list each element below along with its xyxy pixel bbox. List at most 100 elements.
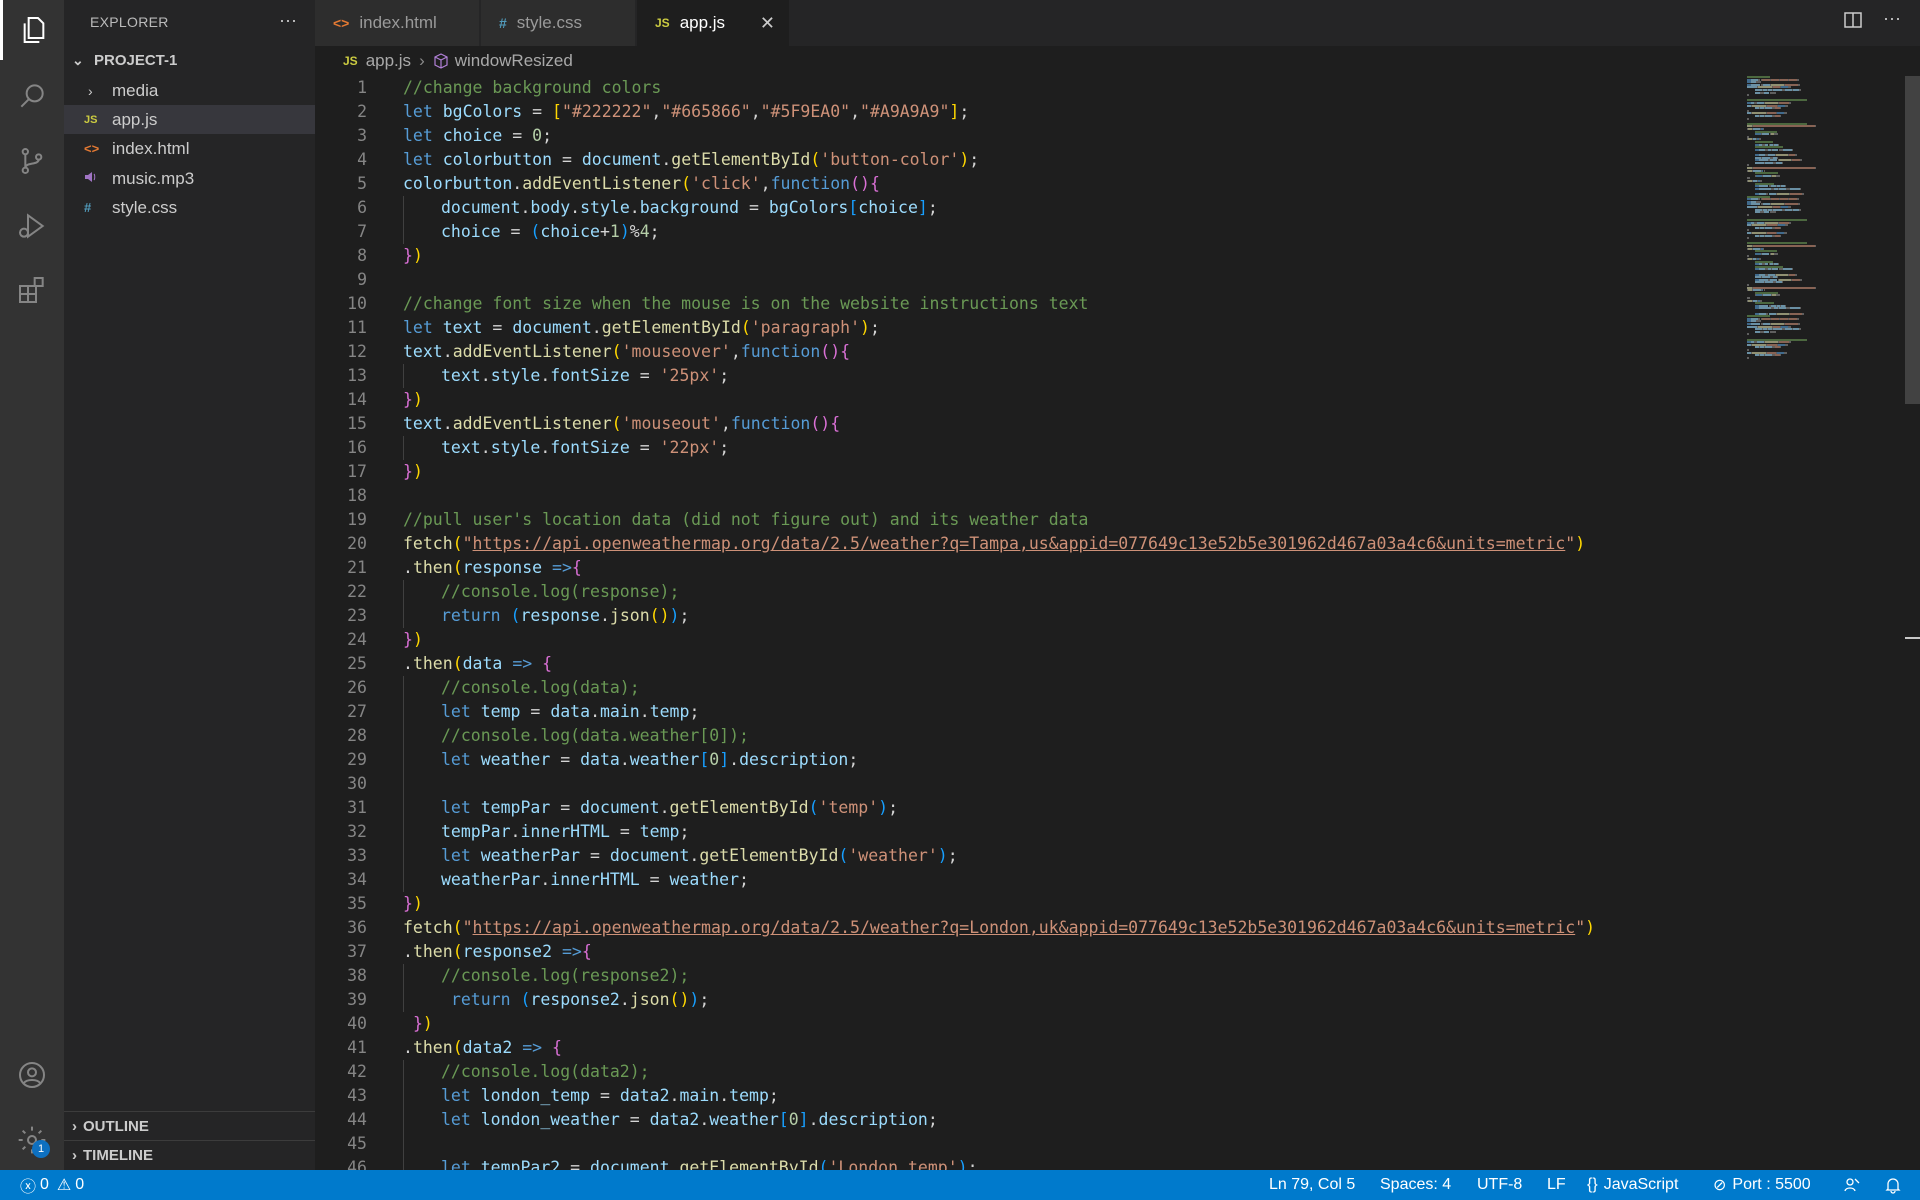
code-line[interactable]: 37 .then(response2 =>{ (315, 940, 1855, 964)
breadcrumb-symbol[interactable]: windowResized (455, 51, 573, 71)
minimap-line (1780, 346, 1782, 349)
code-line[interactable]: 9 (315, 268, 1855, 292)
tree-item-media[interactable]: › media (64, 76, 315, 105)
minimap-line (1792, 268, 1794, 271)
code-line[interactable]: 27 let temp = data.main.temp; (315, 700, 1855, 724)
indentation[interactable]: Spaces: 4 (1380, 1170, 1451, 1200)
code-line[interactable]: 35}) (315, 892, 1855, 916)
code-line[interactable]: 16 text.style.fontSize = '22px'; (315, 436, 1855, 460)
more-actions-icon[interactable]: ··· (279, 10, 297, 31)
manage-button[interactable]: 1 (0, 1110, 64, 1170)
code-line[interactable]: 24}) (315, 628, 1855, 652)
code-line[interactable]: 6 document.body.style.background = bgColo… (315, 196, 1855, 220)
minimap-line (1803, 312, 1804, 315)
code-line[interactable]: 45 (315, 1132, 1855, 1156)
tree-item-style-css[interactable]: # style.css (64, 193, 315, 222)
split-editor-icon[interactable] (1843, 10, 1863, 35)
minimap-line (1798, 323, 1800, 325)
code-line[interactable]: 29 let weather = data.weather[0].descript… (315, 748, 1855, 772)
code-line[interactable]: 46 let tempPar2 = document.getElementById… (315, 1156, 1855, 1170)
breadcrumb-file[interactable]: app.js (366, 51, 411, 71)
code-line[interactable]: 44 let london_weather = data2.weather[0].… (315, 1108, 1855, 1132)
code-token: ) (412, 630, 423, 649)
encoding[interactable]: UTF-8 (1477, 1170, 1522, 1200)
code-line[interactable]: 26 //console.log(data); (315, 676, 1855, 700)
code-line[interactable]: 30 (315, 772, 1855, 796)
line-number: 24 (347, 630, 367, 649)
code-line[interactable]: 38 //console.log(response2); (315, 964, 1855, 988)
code-line[interactable]: 11 let text = document.getElementById('pa… (315, 316, 1855, 340)
code-line[interactable]: 33 let weatherPar = document.getElementBy… (315, 844, 1855, 868)
code-line[interactable]: 22 //console.log(response); (315, 580, 1855, 604)
code-line[interactable]: 23 return (response.json()); (315, 604, 1855, 628)
close-icon[interactable]: ✕ (760, 13, 775, 34)
code-line[interactable]: 36 fetch("https://api.openweathermap.org/… (315, 916, 1855, 940)
code-line[interactable]: 7 choice = (choice+1)%4; (315, 220, 1855, 244)
code-line[interactable]: 28 //console.log(data.weather[0]); (315, 724, 1855, 748)
source-control-button[interactable] (0, 131, 64, 191)
code-line[interactable]: 31 let tempPar = document.getElementById(… (315, 796, 1855, 820)
feedback-icon[interactable] (1843, 1170, 1861, 1200)
code-line[interactable]: 20 fetch("https://api.openweathermap.org/… (315, 532, 1855, 556)
live-server-port[interactable]: ⊘ Port : 5500 (1713, 1170, 1811, 1200)
code-line[interactable]: 8}) (315, 244, 1855, 268)
code-line[interactable]: 2 let bgColors = ["#222222","#665866","#5… (315, 100, 1855, 124)
minimap-line (1780, 354, 1782, 357)
code-line[interactable]: 43 let london_temp = data2.main.temp; (315, 1084, 1855, 1108)
line-number: 11 (347, 318, 367, 337)
code-line[interactable]: 40 }) (315, 1012, 1855, 1036)
code-line[interactable]: 21 .then(response =>{ (315, 556, 1855, 580)
code-line[interactable]: 42 //console.log(data2); (315, 1060, 1855, 1084)
code-line[interactable]: 25 .then(data => { (315, 652, 1855, 676)
sidebar-title: EXPLORER (90, 14, 169, 30)
language-mode[interactable]: {} JavaScript (1587, 1170, 1678, 1200)
tree-item-index-html[interactable]: <> index.html (64, 134, 315, 163)
code-token: , (730, 342, 741, 361)
port-label: Port : 5500 (1732, 1176, 1811, 1193)
code-line[interactable]: 1 //change background colors (315, 76, 1855, 100)
cursor-position[interactable]: Ln 79, Col 5 (1269, 1170, 1355, 1200)
tab-index-html[interactable]: <> index.html (315, 0, 480, 46)
code-line[interactable]: 10 //change font size when the mouse is o… (315, 292, 1855, 316)
code-line[interactable]: 32 tempPar.innerHTML = temp; (315, 820, 1855, 844)
outline-section[interactable]: › OUTLINE (64, 1111, 315, 1141)
more-actions-icon[interactable]: ··· (1883, 8, 1901, 29)
code-line[interactable]: 13 text.style.fontSize = '25px'; (315, 364, 1855, 388)
end-of-line[interactable]: LF (1547, 1170, 1566, 1200)
extensions-icon (19, 277, 44, 303)
tab-style-css[interactable]: # style.css (481, 0, 636, 46)
project-folder[interactable]: ⌄ PROJECT-1 (64, 46, 315, 75)
scroll-thumb[interactable] (1905, 76, 1920, 404)
tab-app-js[interactable]: JS app.js ✕ (637, 0, 790, 46)
code-line[interactable]: 4 let colorbutton = document.getElementBy… (315, 148, 1855, 172)
code-token: { (542, 654, 553, 673)
explorer-button[interactable] (0, 0, 64, 60)
tree-item-app-js[interactable]: JS app.js (64, 105, 315, 134)
code-line[interactable]: 34 weatherPar.innerHTML = weather; (315, 868, 1855, 892)
tree-item-music-mp3[interactable]: music.mp3 (64, 164, 315, 193)
code-line[interactable]: 3 let choice = 0; (315, 124, 1855, 148)
extensions-button[interactable] (0, 260, 64, 320)
code-line[interactable]: 17}) (315, 460, 1855, 484)
vertical-scrollbar[interactable] (1905, 76, 1920, 1170)
problems-indicator[interactable]: ⓧ 0 ⚠ 0 (20, 1170, 84, 1200)
minimap[interactable] (1745, 76, 1905, 376)
code-line[interactable]: 5 colorbutton.addEventListener('click',fu… (315, 172, 1855, 196)
code-line[interactable]: 41 .then(data2 => { (315, 1036, 1855, 1060)
bell-icon[interactable] (1884, 1170, 1902, 1200)
code-editor[interactable]: 1 //change background colors 2 let bgColors… (315, 76, 1920, 1170)
code-line[interactable]: 39 return (response2.json()); (315, 988, 1855, 1012)
code-line[interactable]: 15 text.addEventListener('mouseout',funct… (315, 412, 1855, 436)
code-line[interactable]: 12 text.addEventListener('mouseover',func… (315, 340, 1855, 364)
code-line[interactable]: 19 //pull user's location data (did not f… (315, 508, 1855, 532)
code-token: temp (639, 822, 680, 841)
search-button[interactable] (0, 66, 64, 126)
code-token: bgColors (442, 102, 523, 121)
code-line[interactable]: 18 (315, 484, 1855, 508)
run-debug-button[interactable] (0, 196, 64, 256)
timeline-section[interactable]: › TIMELINE (64, 1140, 315, 1170)
code-token: document (590, 1158, 670, 1170)
account-button[interactable] (0, 1045, 64, 1105)
code-line[interactable]: 14}) (315, 388, 1855, 412)
